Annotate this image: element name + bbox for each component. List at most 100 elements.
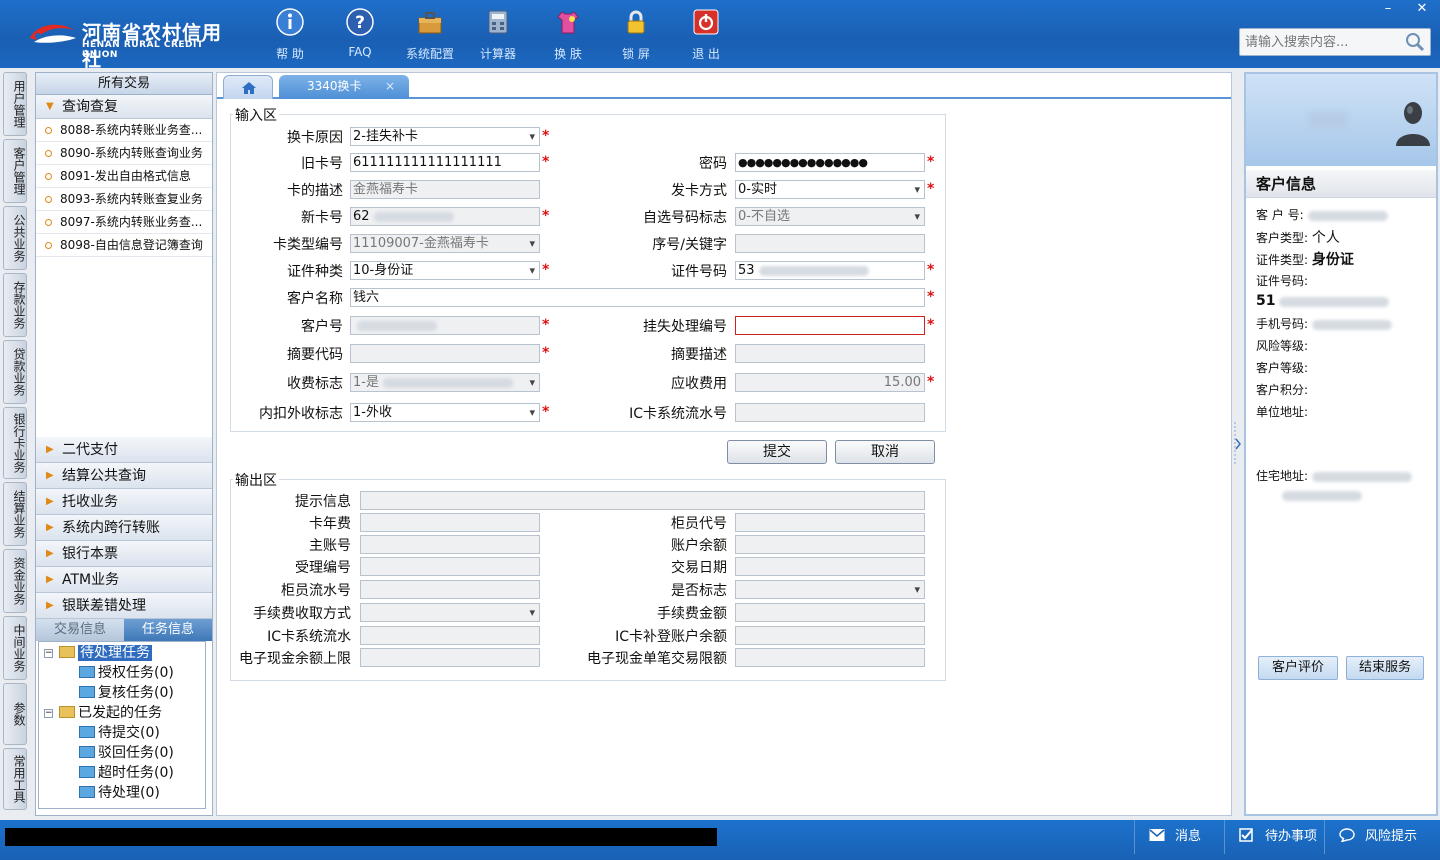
card-type-select[interactable]: 11109007-金燕福寿卡 bbox=[350, 234, 540, 253]
vtab-bank-card[interactable]: 银行卡业务 bbox=[3, 407, 27, 479]
tab-3340-card-replacement[interactable]: 3340换卡 × bbox=[279, 75, 409, 99]
cert-no-value-row: 51 bbox=[1256, 293, 1390, 309]
tab-task-info[interactable]: 任务信息 bbox=[124, 619, 212, 641]
toolbar-config-button[interactable]: 系统配置 bbox=[400, 8, 460, 61]
group-query-reply[interactable]: ▼ 查询查复 bbox=[36, 95, 212, 119]
menu-item-8091[interactable]: 8091-发出自由格式信息 bbox=[36, 165, 212, 188]
summary-desc-field bbox=[735, 344, 925, 363]
vtab-funds[interactable]: 资金业务 bbox=[3, 549, 27, 613]
collapsed-arrow-icon: ▶ bbox=[46, 522, 54, 533]
vtab-loan[interactable]: 贷款业务 bbox=[3, 340, 27, 404]
tree-node-rejected[interactable]: 驳回任务(0) bbox=[79, 743, 174, 763]
panel-collapse-handle[interactable] bbox=[1233, 420, 1241, 468]
toolbar-skin-button[interactable]: 换 肤 bbox=[538, 8, 598, 61]
toolbar-faq-button[interactable]: ? FAQ bbox=[330, 8, 390, 60]
inout-flag-select[interactable]: 1-外收 bbox=[350, 403, 540, 422]
ic-system-serial-label: IC卡系统流水 bbox=[267, 629, 351, 645]
group-bank-draft[interactable]: ▶ 银行本票 bbox=[36, 541, 212, 567]
ic-balance-label: IC卡补登账户余额 bbox=[615, 629, 727, 645]
summary-code-field[interactable] bbox=[350, 344, 540, 363]
vtab-intermediary[interactable]: 中间业务 bbox=[3, 616, 27, 680]
tree-node-to-submit[interactable]: 待提交(0) bbox=[79, 723, 160, 743]
collapsed-arrow-icon: ▶ bbox=[46, 600, 54, 611]
group-label: 查询查复 bbox=[62, 99, 118, 115]
fee-method-select[interactable] bbox=[360, 603, 540, 622]
all-transactions-header[interactable]: 所有交易 bbox=[36, 73, 212, 95]
old-card-input[interactable]: 611111111111111111 bbox=[350, 153, 540, 172]
fee-flag-select[interactable]: 1-是 bbox=[350, 373, 540, 392]
required-mark: * bbox=[927, 154, 935, 170]
group-atm[interactable]: ▶ ATM业务 bbox=[36, 567, 212, 593]
tab-transaction-info[interactable]: 交易信息 bbox=[36, 619, 124, 641]
end-service-button[interactable]: 结束服务 bbox=[1346, 656, 1424, 680]
teller-serial-label: 柜员流水号 bbox=[281, 583, 351, 599]
toolbar-calculator-button[interactable]: 计算器 bbox=[468, 8, 528, 61]
todo-button[interactable]: 待办事项 bbox=[1224, 820, 1324, 854]
home-tab[interactable] bbox=[223, 75, 273, 99]
group-settlement-query[interactable]: ▶ 结算公共查询 bbox=[36, 463, 212, 489]
menu-item-8090[interactable]: 8090-系统内转账查询业务 bbox=[36, 142, 212, 165]
group-second-gen-payment[interactable]: ▶ 二代支付 bbox=[36, 437, 212, 463]
collapse-toggle-icon[interactable]: − bbox=[44, 649, 53, 658]
menu-item-8097[interactable]: 8097-系统内转账业务查... bbox=[36, 211, 212, 234]
todo-label: 待办事项 bbox=[1265, 829, 1318, 844]
toolbar-exit-button[interactable]: 退 出 bbox=[676, 8, 736, 61]
risk-alert-button[interactable]: 风险提示 bbox=[1324, 820, 1436, 854]
ic-serial-label: IC卡系统流水号 bbox=[629, 406, 727, 422]
minimize-button[interactable]: – bbox=[1372, 0, 1404, 18]
logo-title-en: HENAN RURAL CREDIT UNION bbox=[82, 40, 204, 60]
submit-button[interactable]: 提交 bbox=[727, 440, 827, 464]
balance-label: 账户余额 bbox=[671, 538, 727, 554]
vtab-public-business[interactable]: 公共业务 bbox=[3, 206, 27, 270]
home-address-label: 住宅地址: bbox=[1256, 469, 1309, 483]
tree-node-to-process[interactable]: 待处理(0) bbox=[79, 783, 160, 803]
cert-no-label: 证件号码 bbox=[671, 264, 727, 280]
yes-no-select[interactable] bbox=[735, 580, 925, 599]
task-tree: − 待处理任务 授权任务(0) 复核任务(0) − 已发起的任务 待提交(0) … bbox=[38, 641, 206, 809]
menu-item-8088[interactable]: 8088-系统内转账业务查... bbox=[36, 119, 212, 142]
tree-node-review[interactable]: 复核任务(0) bbox=[79, 683, 174, 703]
issue-mode-select[interactable]: 0-实时 bbox=[735, 180, 925, 199]
vtab-common-tools[interactable]: 常用工具 bbox=[3, 748, 27, 810]
search-input[interactable] bbox=[1240, 29, 1400, 55]
reason-select[interactable]: 2-挂失补卡 bbox=[350, 127, 540, 146]
tree-node-initiated[interactable]: 已发起的任务 bbox=[59, 703, 162, 723]
toolbar-help-button[interactable]: 帮 助 bbox=[260, 8, 320, 61]
vtab-deposit[interactable]: 存款业务 bbox=[3, 273, 27, 337]
cert-type-select[interactable]: 10-身份证 bbox=[350, 261, 540, 280]
vtab-parameters[interactable]: 参数 bbox=[3, 683, 27, 745]
required-mark: * bbox=[927, 374, 935, 390]
close-window-button[interactable]: ✕ bbox=[1406, 0, 1438, 18]
collapse-toggle-icon[interactable]: − bbox=[44, 709, 53, 718]
calculator-icon bbox=[488, 10, 508, 34]
task-icon bbox=[79, 786, 95, 798]
messages-button[interactable]: 消息 bbox=[1134, 820, 1224, 854]
search-icon[interactable] bbox=[1404, 32, 1426, 52]
tree-node-pending[interactable]: 待处理任务 bbox=[59, 643, 152, 663]
tree-node-timeout[interactable]: 超时任务(0) bbox=[79, 763, 174, 783]
self-select-select[interactable]: 0-不自选 bbox=[735, 207, 925, 226]
toolbar-lock-button[interactable]: 锁 屏 bbox=[606, 8, 666, 61]
tree-label: 复核任务(0) bbox=[98, 685, 174, 701]
cust-name-input[interactable]: 钱六 bbox=[350, 288, 925, 307]
seq-key-field[interactable] bbox=[735, 234, 925, 253]
loss-no-input[interactable] bbox=[735, 316, 925, 335]
close-tab-icon[interactable]: × bbox=[385, 75, 395, 97]
cert-no-input[interactable]: 53 bbox=[735, 261, 925, 280]
group-interbank-transfer[interactable]: ▶ 系统内跨行转账 bbox=[36, 515, 212, 541]
group-unionpay-error[interactable]: ▶ 银联差错处理 bbox=[36, 593, 212, 619]
vtab-settlement[interactable]: 结算业务 bbox=[3, 482, 27, 546]
menu-item-8098[interactable]: 8098-自由信息登记簿查询 bbox=[36, 234, 212, 257]
group-collection[interactable]: ▶ 托收业务 bbox=[36, 489, 212, 515]
customer-evaluation-button[interactable]: 客户评价 bbox=[1258, 656, 1338, 680]
home-address-cont-row bbox=[1256, 488, 1362, 502]
new-card-input[interactable]: 62 bbox=[350, 207, 540, 226]
menu-item-8093[interactable]: 8093-系统内转账查复业务 bbox=[36, 188, 212, 211]
tree-label: 待处理(0) bbox=[98, 785, 160, 801]
cancel-button[interactable]: 取消 bbox=[835, 440, 935, 464]
password-input[interactable]: ●●●●●●●●●●●●●●● bbox=[735, 153, 925, 172]
tree-node-auth[interactable]: 授权任务(0) bbox=[79, 663, 174, 683]
vtab-user-management[interactable]: 用户管理 bbox=[3, 72, 27, 136]
masked-value bbox=[382, 377, 513, 388]
vtab-customer-management[interactable]: 客户管理 bbox=[3, 139, 27, 203]
